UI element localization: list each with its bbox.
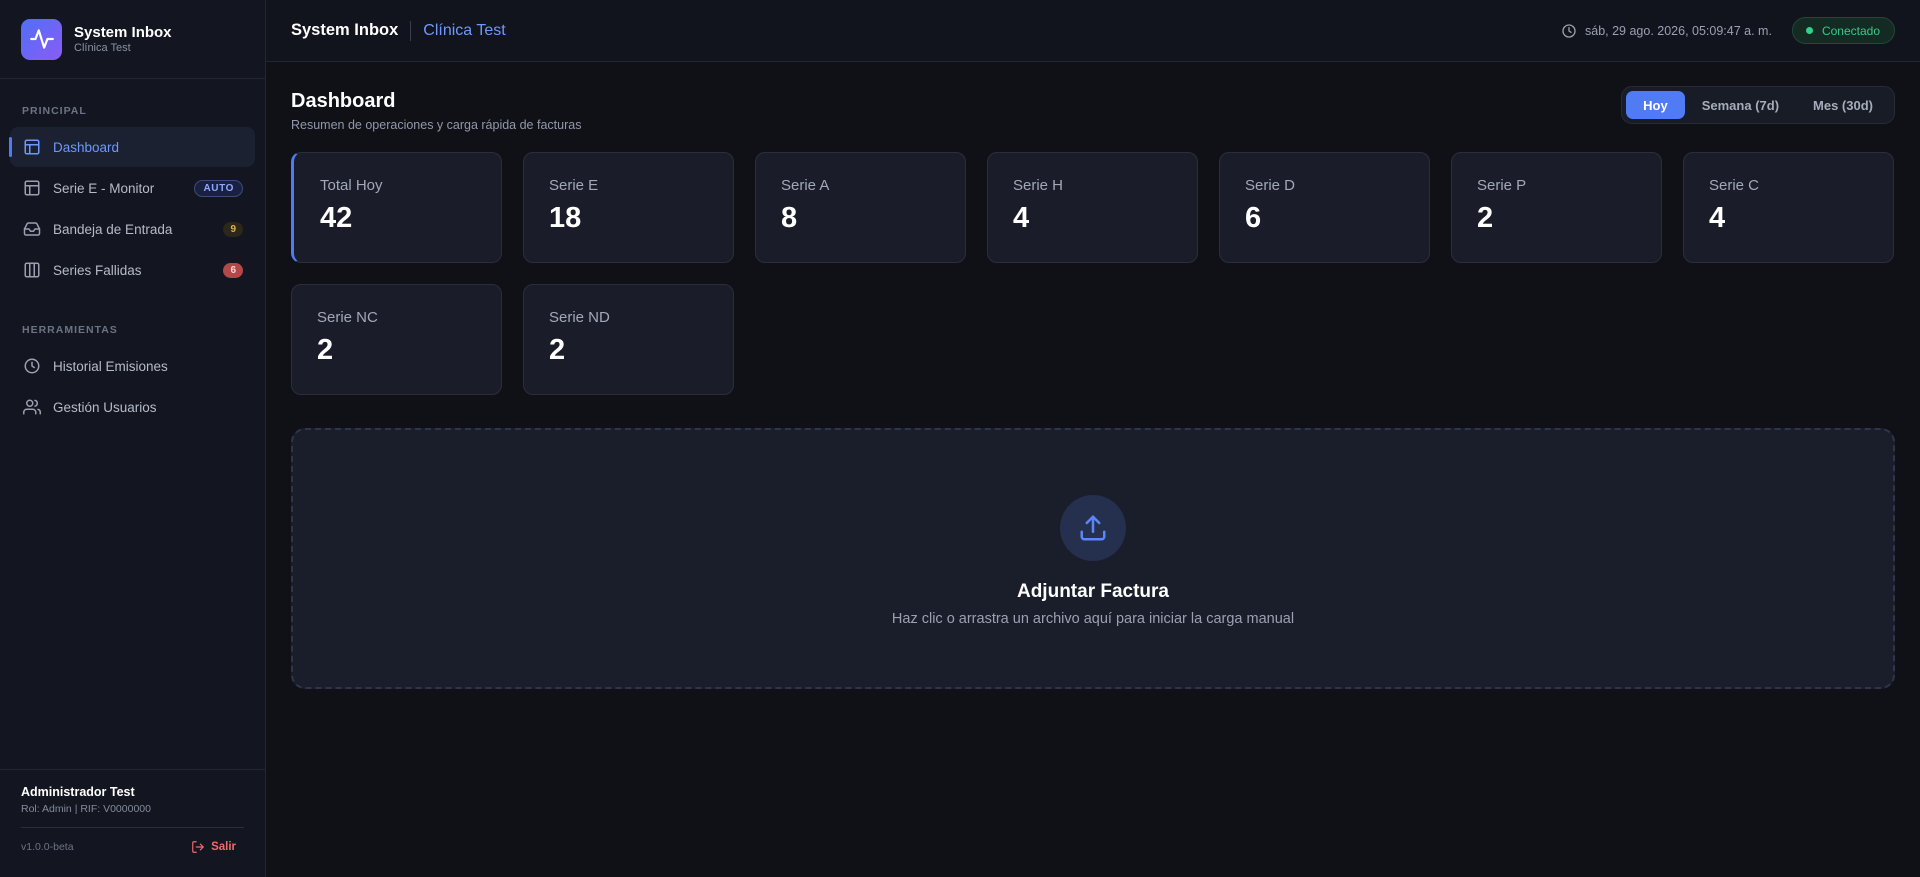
upload-icon <box>1060 494 1126 561</box>
stat-value: 2 <box>317 334 334 366</box>
logout-icon <box>192 841 204 853</box>
stat-label: Serie P <box>1477 177 1527 194</box>
logout-label: Salir <box>211 841 236 853</box>
sidebar-item-usuarios[interactable]: Gestión Usuarios <box>10 387 255 427</box>
range-today-button[interactable]: Hoy <box>1626 91 1685 119</box>
stat-card-serie-a: Serie A 8 <box>755 152 966 263</box>
sidebar-item-label: Historial Emisiones <box>53 358 168 374</box>
sidebar: System Inbox Clínica Test PRINCIPAL Dash… <box>0 0 266 877</box>
brand-subtitle: Clínica Test <box>74 41 131 54</box>
range-selector: Hoy Semana (7d) Mes (30d) <box>1621 86 1895 124</box>
breadcrumb-client: Clínica Test <box>423 21 506 39</box>
clock-icon <box>22 356 42 376</box>
status-dot-icon <box>1805 27 1813 34</box>
stat-value: 42 <box>320 202 353 234</box>
status-text: Conectado <box>1821 23 1880 38</box>
range-week-button[interactable]: Semana (7d) <box>1685 91 1796 119</box>
activity-icon <box>21 18 62 60</box>
sidebar-item-series-fallidas[interactable]: Series Fallidas 6 <box>10 250 255 290</box>
brand-title: System Inbox <box>74 23 172 41</box>
brand: System Inbox Clínica Test <box>0 0 265 79</box>
sidebar-item-label: Bandeja de Entrada <box>53 221 173 237</box>
sidebar-item-label: Dashboard <box>53 139 120 155</box>
users-icon <box>22 397 42 417</box>
stats-grid: Total Hoy 42 Serie E 18 Serie A 8 Serie … <box>291 152 1895 395</box>
stat-value: 18 <box>549 202 582 234</box>
failed-count-badge: 6 <box>223 262 243 278</box>
stat-value: 8 <box>781 202 798 234</box>
nav-section-principal: PRINCIPAL <box>22 105 87 117</box>
user-name: Administrador Test <box>21 785 135 799</box>
stat-label: Serie NC <box>317 309 378 326</box>
stat-label: Serie ND <box>549 309 610 326</box>
app-version: v1.0.0-beta <box>21 841 74 853</box>
sidebar-item-label: Gestión Usuarios <box>53 399 157 415</box>
page-subtitle: Resumen de operaciones y carga rápida de… <box>291 118 582 132</box>
upload-dropzone[interactable]: Adjuntar Factura Haz clic o arrastra un … <box>291 428 1895 689</box>
sidebar-item-label: Series Fallidas <box>53 262 142 278</box>
page-title: Dashboard <box>291 90 396 112</box>
stat-label: Total Hoy <box>320 177 383 194</box>
stat-card-total: Total Hoy 42 <box>291 152 502 263</box>
datetime-display: sáb, 29 ago. 2026, 05:09:47 a. m. <box>1561 23 1772 39</box>
breadcrumb-app: System Inbox <box>291 21 399 39</box>
auto-badge: AUTO <box>194 179 243 197</box>
app-root: System Inbox Clínica Test PRINCIPAL Dash… <box>0 0 1920 877</box>
sidebar-item-label: Serie E - Monitor <box>53 180 155 196</box>
topbar: System Inbox Clínica Test sáb, 29 ago. 2… <box>266 0 1920 62</box>
stat-value: 4 <box>1013 202 1030 234</box>
range-month-button[interactable]: Mes (30d) <box>1796 91 1890 119</box>
stat-card-serie-d: Serie D 6 <box>1219 152 1430 263</box>
footer-divider <box>21 827 244 828</box>
upload-title: Adjuntar Factura <box>1016 580 1170 602</box>
layout-icon <box>22 178 42 198</box>
stat-card-serie-nd: Serie ND 2 <box>523 284 734 395</box>
stat-card-serie-p: Serie P 2 <box>1451 152 1662 263</box>
upload-subtitle: Haz clic o arrastra un archivo aquí para… <box>891 610 1295 627</box>
sidebar-item-dashboard[interactable]: Dashboard <box>9 127 255 167</box>
breadcrumb-divider <box>410 20 412 41</box>
user-role: Rol: Admin | RIF: V0000000 <box>21 803 151 815</box>
stat-value: 2 <box>1477 202 1494 234</box>
connection-status-badge: Conectado <box>1791 17 1895 44</box>
sidebar-footer: Administrador Test Rol: Admin | RIF: V00… <box>0 769 265 877</box>
sidebar-item-bandeja[interactable]: Bandeja de Entrada 9 <box>10 209 255 249</box>
stat-card-serie-h: Serie H 4 <box>987 152 1198 263</box>
sidebar-item-historial[interactable]: Historial Emisiones <box>10 346 255 386</box>
dashboard-content: Dashboard Resumen de operaciones y carga… <box>266 62 1920 689</box>
clock-icon <box>1562 23 1576 38</box>
layout-icon <box>22 137 42 157</box>
stat-card-serie-e: Serie E 18 <box>523 152 734 263</box>
main-area: System Inbox Clínica Test sáb, 29 ago. 2… <box>266 0 1920 877</box>
stat-value: 4 <box>1709 202 1726 234</box>
stat-label: Serie A <box>781 177 830 194</box>
datetime-text: sáb, 29 ago. 2026, 05:09:47 a. m. <box>1585 23 1772 38</box>
stat-value: 2 <box>549 334 566 366</box>
stat-card-serie-nc: Serie NC 2 <box>291 284 502 395</box>
stat-label: Serie C <box>1709 177 1760 194</box>
stat-label: Serie E <box>549 177 599 194</box>
nav-section-herramientas: HERRAMIENTAS <box>22 324 118 336</box>
sidebar-item-serie-e-monitor[interactable]: Serie E - Monitor AUTO <box>10 168 255 208</box>
page-header: Dashboard Resumen de operaciones y carga… <box>291 86 1895 140</box>
inbox-icon <box>22 219 42 239</box>
inbox-count-badge: 9 <box>223 221 243 237</box>
stat-label: Serie D <box>1245 177 1296 194</box>
logout-button[interactable]: Salir <box>191 840 244 854</box>
columns-icon <box>22 260 42 280</box>
stat-card-serie-c: Serie C 4 <box>1683 152 1894 263</box>
stat-label: Serie H <box>1013 177 1064 194</box>
stat-value: 6 <box>1245 202 1262 234</box>
sidebar-nav: PRINCIPAL Dashboard Serie E - Monitor AU… <box>0 79 265 769</box>
